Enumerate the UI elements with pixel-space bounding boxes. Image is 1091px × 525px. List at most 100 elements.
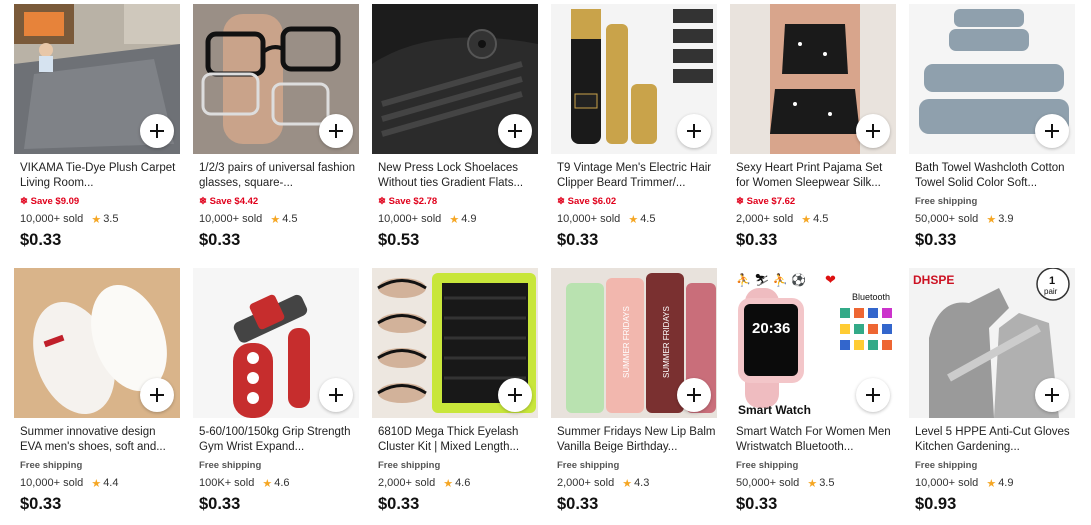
product-title[interactable]: 1/2/3 pairs of universal fashion glasses… [199,161,359,190]
product-meta: 2,000+ sold ★ 4.6 [378,476,540,490]
product-title[interactable]: Sexy Heart Print Pajama Set for Women Sl… [736,161,896,190]
gloves-badge-num: 1 [1049,275,1055,287]
product-image-gloves[interactable]: DHSPE 1 pair [909,268,1075,418]
sold-count: 50,000+ sold [736,477,800,489]
promo-badge: ❄ Save $6.02 [557,196,617,207]
add-to-cart-button[interactable] [677,378,711,412]
sold-count: 10,000+ sold [20,477,84,489]
plus-icon [329,388,343,402]
product-image-towels[interactable] [909,4,1075,154]
flame-icon: ❄ [20,196,31,207]
product-image-slippers[interactable] [14,268,180,418]
product-meta: 10,000+ sold ★ 4.9 [915,476,1077,490]
flame-icon: ❄ [199,196,210,207]
product-title[interactable]: VIKAMA Tie-Dye Plush Carpet Living Room.… [20,161,180,190]
promo-badge: Free shipping [20,460,83,471]
product-title[interactable]: Bath Towel Washcloth Cotton Towel Solid … [915,161,1075,190]
product-card[interactable]: 6810D Mega Thick Eyelash Cluster Kit | M… [372,268,540,514]
product-title[interactable]: 6810D Mega Thick Eyelash Cluster Kit | M… [378,425,538,454]
add-to-cart-button[interactable] [319,378,353,412]
promo-badge: Free shipping [736,460,799,471]
product-title[interactable]: 5-60/100/150kg Grip Strength Gym Wrist E… [199,425,359,454]
promo-badge: ❄ Save $9.09 [20,196,80,207]
product-card[interactable]: Sexy Heart Print Pajama Set for Women Sl… [730,4,898,250]
product-card[interactable]: 5-60/100/150kg Grip Strength Gym Wrist E… [193,268,361,514]
product-card[interactable]: VIKAMA Tie-Dye Plush Carpet Living Room.… [14,4,182,250]
price: $0.33 [736,495,778,513]
watch-time: 20:36 [752,320,790,337]
product-title[interactable]: Summer Fridays New Lip Balm Vanilla Beig… [557,425,717,454]
add-to-cart-button[interactable] [677,114,711,148]
product-meta: 50,000+ sold ★ 3.9 [915,212,1077,226]
price: $0.33 [736,231,778,249]
product-image-grip[interactable] [193,268,359,418]
product-image-carpet[interactable] [14,4,180,154]
price: $0.93 [915,495,957,513]
product-image-lip-balm[interactable]: SUMMER FRIDAYS SUMMER FRIDAYS [551,268,717,418]
rating: 4.5 [282,213,298,225]
promo-badge: ❄ Save $4.42 [199,196,259,207]
plus-icon [508,124,522,138]
sold-count: 10,000+ sold [378,213,442,225]
product-meta: 2,000+ sold ★ 4.5 [736,212,898,226]
product-title[interactable]: Summer innovative design EVA men's shoes… [20,425,180,454]
product-image-shoelaces[interactable] [372,4,538,154]
product-image-clipper[interactable] [551,4,717,154]
promo-badge: Free shipping [199,460,262,471]
star-icon: ★ [986,477,997,490]
product-title[interactable]: Level 5 HPPE Anti-Cut Gloves Kitchen Gar… [915,425,1075,454]
activity-icons: ⛹ ⛷ ⛹ ⚽ [736,272,806,287]
product-card[interactable]: Bath Towel Washcloth Cotton Towel Solid … [909,4,1077,250]
product-card[interactable]: ⛹ ⛷ ⛹ ⚽ ❤ Bluetooth 20:36 Smart Watch Sm… [730,268,898,514]
product-image-smartwatch[interactable]: ⛹ ⛷ ⛹ ⚽ ❤ Bluetooth 20:36 Smart Watch [730,268,896,418]
product-image-glasses[interactable] [193,4,359,154]
product-card[interactable]: New Press Lock Shoelaces Without ties Gr… [372,4,540,250]
product-title[interactable]: Smart Watch For Women Men Wristwatch Blu… [736,425,896,454]
add-to-cart-button[interactable] [856,114,890,148]
gloves-badge-word: pair [1044,287,1058,296]
rating: 3.5 [103,213,119,225]
heart-icon: ❤ [825,272,836,287]
add-to-cart-button[interactable] [1035,114,1069,148]
sold-count: 2,000+ sold [736,213,794,225]
sold-count: 2,000+ sold [378,477,436,489]
add-to-cart-button[interactable] [1035,378,1069,412]
product-meta: 2,000+ sold ★ 4.3 [557,476,719,490]
price: $0.33 [20,231,62,249]
product-card[interactable]: 1/2/3 pairs of universal fashion glasses… [193,4,361,250]
product-title[interactable]: T9 Vintage Men's Electric Hair Clipper B… [557,161,717,190]
product-title[interactable]: New Press Lock Shoelaces Without ties Gr… [378,161,538,190]
add-to-cart-button[interactable] [140,378,174,412]
add-to-cart-button[interactable] [498,114,532,148]
price: $0.33 [199,495,241,513]
star-icon: ★ [622,477,633,490]
rating: 4.6 [274,477,290,489]
add-to-cart-button[interactable] [856,378,890,412]
product-card[interactable]: T9 Vintage Men's Electric Hair Clipper B… [551,4,719,250]
price: $0.53 [378,231,420,249]
add-to-cart-button[interactable] [140,114,174,148]
product-meta: 10,000+ sold ★ 4.5 [199,212,361,226]
watch-label: Smart Watch [738,403,811,417]
rating: 3.5 [819,477,835,489]
product-card[interactable]: Summer innovative design EVA men's shoes… [14,268,182,514]
add-to-cart-button[interactable] [498,378,532,412]
rating: 3.9 [998,213,1014,225]
flame-icon: ❄ [557,196,568,207]
lip-brand-text: SUMMER FRIDAYS [662,306,671,378]
product-meta: 10,000+ sold ★ 4.5 [557,212,719,226]
promo-badge: Free shipping [915,196,978,207]
product-image-eyelashes[interactable] [372,268,538,418]
rating: 4.6 [455,477,471,489]
star-icon: ★ [449,213,460,226]
sold-count: 10,000+ sold [20,213,84,225]
promo-badge: Free shipping [557,460,620,471]
plus-icon [866,388,880,402]
product-meta: 10,000+ sold ★ 3.5 [20,212,182,226]
product-image-pajama[interactable] [730,4,896,154]
sold-count: 10,000+ sold [915,477,979,489]
sold-count: 10,000+ sold [557,213,621,225]
product-card[interactable]: SUMMER FRIDAYS SUMMER FRIDAYS Summer Fri… [551,268,719,514]
add-to-cart-button[interactable] [319,114,353,148]
product-card[interactable]: DHSPE 1 pair Level 5 HPPE Anti-Cut Glove… [909,268,1077,514]
